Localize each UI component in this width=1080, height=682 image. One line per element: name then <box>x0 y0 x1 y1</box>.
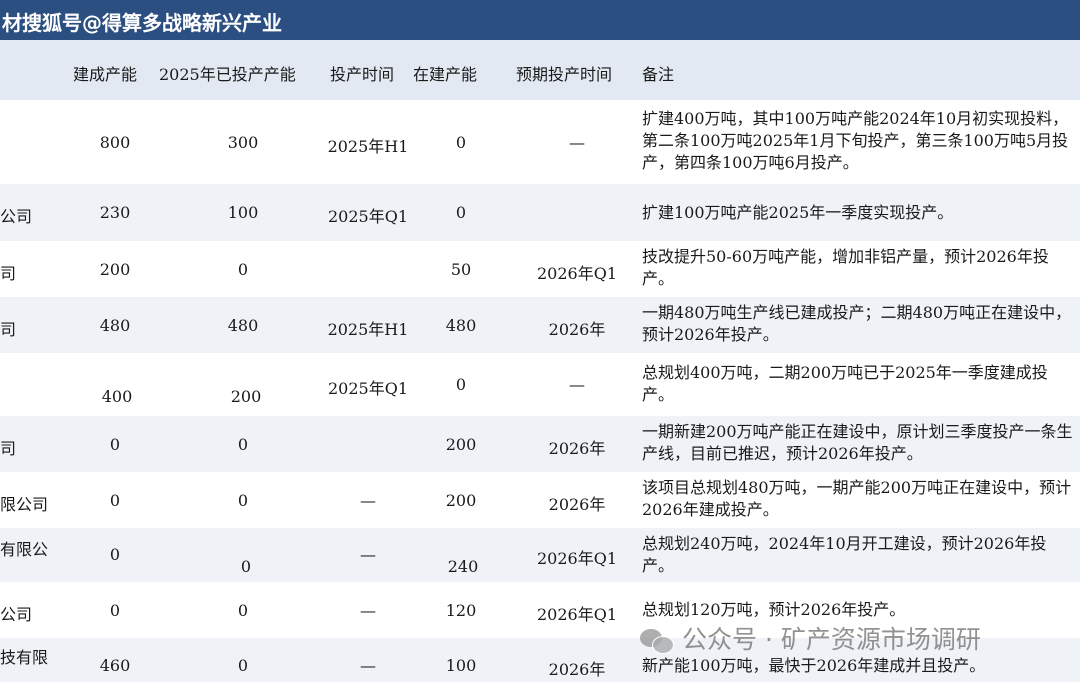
built-capacity: 400 <box>101 387 133 406</box>
produced-capacity: 480 <box>227 316 259 335</box>
under-construction: 240 <box>447 557 479 576</box>
company-name: 司 <box>0 320 17 339</box>
under-construction: 200 <box>445 491 477 510</box>
produced-capacity: 200 <box>230 387 262 406</box>
built-capacity: 200 <box>99 260 131 279</box>
remark: 扩建100万吨产能2025年一季度实现投产。 <box>642 203 954 222</box>
remark: 该项目总规划480万吨，一期产能200万吨正在建设中，预计2026年建成投产。 <box>642 478 1072 519</box>
col-under-construction: 在建产能 <box>413 65 478 84</box>
table-row: 司 0 0 200 2026年 一期新建200万吨产能正在建设中，原计划三季度投… <box>0 416 1080 472</box>
remark: 总规划240万吨，2024年10月开工建设，预计2026年投产。 <box>642 534 1047 575</box>
production-time: — <box>360 601 376 620</box>
page-title: 材搜狐号@得算多战略新兴产业 <box>2 11 282 35</box>
production-time: 2025年H1 <box>327 137 409 156</box>
remark: 扩建400万吨，其中100万吨产能2024年10月初实现投料，第二条100万吨2… <box>642 109 1069 172</box>
expected-time: 2026年 <box>548 439 606 458</box>
produced-capacity: 0 <box>237 656 249 675</box>
built-capacity: 0 <box>109 491 121 510</box>
production-time: 2025年H1 <box>327 320 409 339</box>
built-capacity: 0 <box>109 601 121 620</box>
table-row: 有限公 0 0 — 240 2026年Q1 总规划240万吨，2024年10月开… <box>0 528 1080 582</box>
table-row: 400 200 2025年Q1 0 — 总规划400万吨，二期200万吨已于20… <box>0 353 1080 416</box>
expected-time: 2026年Q1 <box>536 264 618 283</box>
watermark-text: 公众号 · 矿产资源市场调研 <box>682 625 981 654</box>
table-header: 建成产能 2025年已投产产能 投产时间 在建产能 预期投产时间 备注 <box>0 40 1080 100</box>
produced-capacity: 100 <box>227 203 259 222</box>
under-construction: 0 <box>455 375 467 394</box>
watermark: 公众号 · 矿产资源市场调研 <box>640 620 981 656</box>
table-row: 800 300 2025年H1 0 — 扩建400万吨，其中100万吨产能202… <box>0 100 1080 184</box>
expected-time: — <box>569 375 585 394</box>
production-time: 2025年Q1 <box>327 207 409 226</box>
produced-capacity: 0 <box>237 260 249 279</box>
under-construction: 200 <box>445 435 477 454</box>
production-time: — <box>360 491 376 510</box>
expected-time: 2026年 <box>548 660 606 679</box>
produced-capacity: 0 <box>240 557 252 576</box>
under-construction: 480 <box>445 316 477 335</box>
built-capacity: 460 <box>99 656 131 675</box>
expected-time: 2026年 <box>548 320 606 339</box>
remark: 一期新建200万吨产能正在建设中，原计划三季度投产一条生产线，目前已推迟，预计2… <box>642 422 1073 463</box>
table-row: 限公司 0 0 — 200 2026年 该项目总规划480万吨，一期产能200万… <box>0 472 1080 528</box>
built-capacity: 0 <box>109 435 121 454</box>
produced-capacity: 0 <box>237 601 249 620</box>
col-remarks: 备注 <box>642 65 675 84</box>
company-name: 司 <box>0 264 17 283</box>
company-name: 限公司 <box>0 495 49 514</box>
table-row: 司 200 0 50 2026年Q1 技改提升50-60万吨产能，增加非铝产量，… <box>0 241 1080 297</box>
under-construction: 50 <box>450 260 472 279</box>
produced-capacity: 0 <box>237 491 249 510</box>
table-row: 司 480 480 2025年H1 480 2026年 一期480万吨生产线已建… <box>0 297 1080 353</box>
produced-capacity: 300 <box>227 133 259 152</box>
company-name: 有限公 <box>0 540 49 559</box>
company-name: 公司 <box>0 207 33 226</box>
col-production-time: 投产时间 <box>330 65 395 84</box>
under-construction: 0 <box>455 203 467 222</box>
expected-time: 2026年Q1 <box>536 549 618 568</box>
remark: 一期480万吨生产线已建成投产；二期480万吨正在建设中，预计2026年投产。 <box>642 303 1072 344</box>
remark: 技改提升50-60万吨产能，增加非铝产量，预计2026年投产。 <box>642 247 1049 288</box>
remark: 新产能100万吨，最快于2026年建成并且投产。 <box>642 656 986 675</box>
expected-time: 2026年 <box>548 495 606 514</box>
remark: 总规划400万吨，二期200万吨已于2025年一季度建成投产。 <box>642 363 1048 404</box>
under-construction: 100 <box>445 656 477 675</box>
table-row: 公司 230 100 2025年Q1 0 扩建100万吨产能2025年一季度实现… <box>0 184 1080 241</box>
production-time: — <box>360 656 376 675</box>
company-name: 公司 <box>0 605 33 624</box>
company-name: 司 <box>0 439 17 458</box>
expected-time: — <box>569 133 585 152</box>
under-construction: 120 <box>445 601 477 620</box>
expected-time: 2026年Q1 <box>536 605 618 624</box>
built-capacity: 230 <box>99 203 131 222</box>
built-capacity: 800 <box>99 133 131 152</box>
built-capacity: 480 <box>99 316 131 335</box>
company-name: 技有限 <box>0 648 49 667</box>
production-time: 2025年Q1 <box>327 379 409 398</box>
production-time: — <box>360 545 376 564</box>
col-expected-time: 预期投产时间 <box>516 65 613 84</box>
col-produced-2025: 2025年已投产产能 <box>159 65 296 84</box>
produced-capacity: 0 <box>237 435 249 454</box>
col-built-capacity: 建成产能 <box>73 65 138 84</box>
remark: 总规划120万吨，预计2026年投产。 <box>642 600 906 619</box>
under-construction: 0 <box>455 133 467 152</box>
wechat-icon <box>640 627 674 655</box>
title-bar: 材搜狐号@得算多战略新兴产业 <box>0 0 1080 40</box>
built-capacity: 0 <box>109 545 121 564</box>
